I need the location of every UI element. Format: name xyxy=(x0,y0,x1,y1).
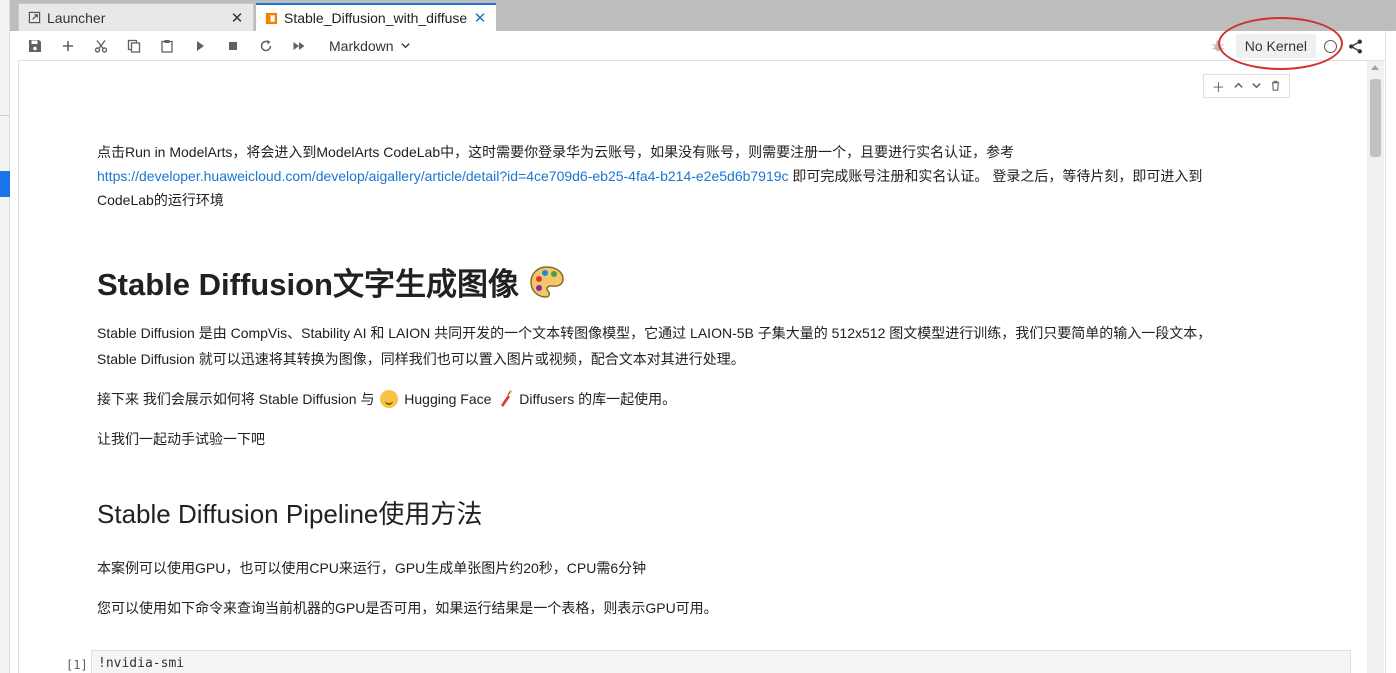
paste-icon xyxy=(160,39,173,53)
intro-line-2-suffix: 即可完成账号注册和实名认证。 登录之后，等待片刻，即可进入到 xyxy=(788,168,1203,184)
move-down-icon[interactable] xyxy=(1251,79,1262,94)
run-all-button[interactable] xyxy=(282,32,315,60)
intro-line-1: 点击Run in ModelArts，将会进入到ModelArts CodeLa… xyxy=(97,144,1015,160)
run-icon xyxy=(196,40,204,51)
scroll-thumb[interactable] xyxy=(1370,79,1381,157)
add-cell-button[interactable] xyxy=(51,32,84,60)
cut-button[interactable] xyxy=(84,32,117,60)
cell-type-select[interactable]: Markdown xyxy=(329,38,411,54)
save-button[interactable] xyxy=(18,32,51,60)
try-line: 让我们一起动手试验一下吧 xyxy=(97,431,265,447)
desc-line-2: Stable Diffusion 就可以迅速将其转换为图像，同样我们也可以置入图… xyxy=(97,351,745,367)
desc-line-1: Stable Diffusion 是由 CompVis、Stability AI… xyxy=(97,325,1212,341)
tab-launcher[interactable]: Launcher ✕ xyxy=(18,3,254,31)
close-icon[interactable]: ✕ xyxy=(229,10,245,27)
move-up-icon[interactable] xyxy=(1233,79,1244,94)
content-border xyxy=(18,61,19,673)
notebook-toolbar: Markdown No Kernel xyxy=(18,31,1385,61)
sidebar-divider xyxy=(0,115,10,116)
add-cell-icon xyxy=(62,40,73,51)
right-edge-strip xyxy=(1385,31,1396,673)
save-icon xyxy=(28,39,41,52)
restart-button[interactable] xyxy=(249,32,282,60)
restart-icon xyxy=(260,39,271,51)
hugging-face-icon xyxy=(380,390,399,408)
tab-label: Stable_Diffusion_with_diffuse xyxy=(284,10,468,26)
cell-prompt: [1] xyxy=(66,658,88,672)
insert-cell-icon[interactable]: ＋ xyxy=(1212,77,1225,96)
next-prefix: 接下来 我们会展示如何将 Stable Diffusion 与 xyxy=(97,391,375,407)
launcher-icon xyxy=(27,11,41,25)
stop-icon xyxy=(228,41,237,50)
scroll-up-icon[interactable] xyxy=(1371,65,1379,70)
stop-button[interactable] xyxy=(216,32,249,60)
chevron-down-icon xyxy=(400,43,410,49)
left-sidebar-strip xyxy=(0,0,10,673)
intro-line-2: https://developer.huaweicloud.com/develo… xyxy=(97,164,1337,188)
check-line: 您可以使用如下命令来查询当前机器的GPU是否可用，如果运行结果是一个表格，则表示… xyxy=(97,600,718,616)
heading-text: Stable Diffusion文字生成图像 xyxy=(97,267,519,302)
sidebar-active-marker[interactable] xyxy=(0,171,10,197)
annotation-highlight-ellipse xyxy=(1218,17,1343,70)
gpu-line: 本案例可以使用GPU，也可以使用CPU来运行，GPU生成单张图片约20秒，CPU… xyxy=(97,560,647,576)
intro-link[interactable]: https://developer.huaweicloud.com/develo… xyxy=(97,168,789,184)
tab-notebook[interactable]: Stable_Diffusion_with_diffuse ✕ xyxy=(256,3,496,31)
firecracker-icon xyxy=(501,390,513,407)
code-cell-input[interactable]: !nvidia-smi xyxy=(91,650,1351,673)
intro-line-3: CodeLab的运行环境 xyxy=(97,192,224,208)
heading-stable-diffusion: Stable Diffusion文字生成图像 xyxy=(97,259,565,304)
run-button[interactable] xyxy=(183,32,216,60)
cell-toolbar: ＋ xyxy=(1203,74,1290,98)
markdown-intro: 点击Run in ModelArts，将会进入到ModelArts CodeLa… xyxy=(97,140,1337,212)
delete-cell-icon[interactable] xyxy=(1270,79,1281,94)
cell-type-value: Markdown xyxy=(329,37,394,54)
close-icon[interactable]: ✕ xyxy=(472,10,488,27)
code-text: !nvidia-smi xyxy=(98,656,185,671)
run-all-icon xyxy=(293,41,304,50)
copy-icon xyxy=(127,39,140,53)
next-suffix: Diffusers 的库一起使用。 xyxy=(519,391,677,407)
tab-bar: Launcher ✕ Stable_Diffusion_with_diffuse… xyxy=(10,0,1396,31)
next-line: 接下来 我们会展示如何将 Stable Diffusion 与 Hugging … xyxy=(97,387,676,411)
vertical-scrollbar[interactable] xyxy=(1367,61,1384,673)
tab-label: Launcher xyxy=(47,9,106,26)
heading-pipeline-usage: Stable Diffusion Pipeline使用方法 xyxy=(97,499,483,529)
cut-icon xyxy=(94,39,107,53)
next-hf: Hugging Face xyxy=(404,391,492,407)
notebook-icon xyxy=(264,11,278,25)
copy-button[interactable] xyxy=(117,32,150,60)
palette-icon xyxy=(530,265,564,298)
paste-button[interactable] xyxy=(150,32,183,60)
share-icon[interactable] xyxy=(1345,36,1365,56)
